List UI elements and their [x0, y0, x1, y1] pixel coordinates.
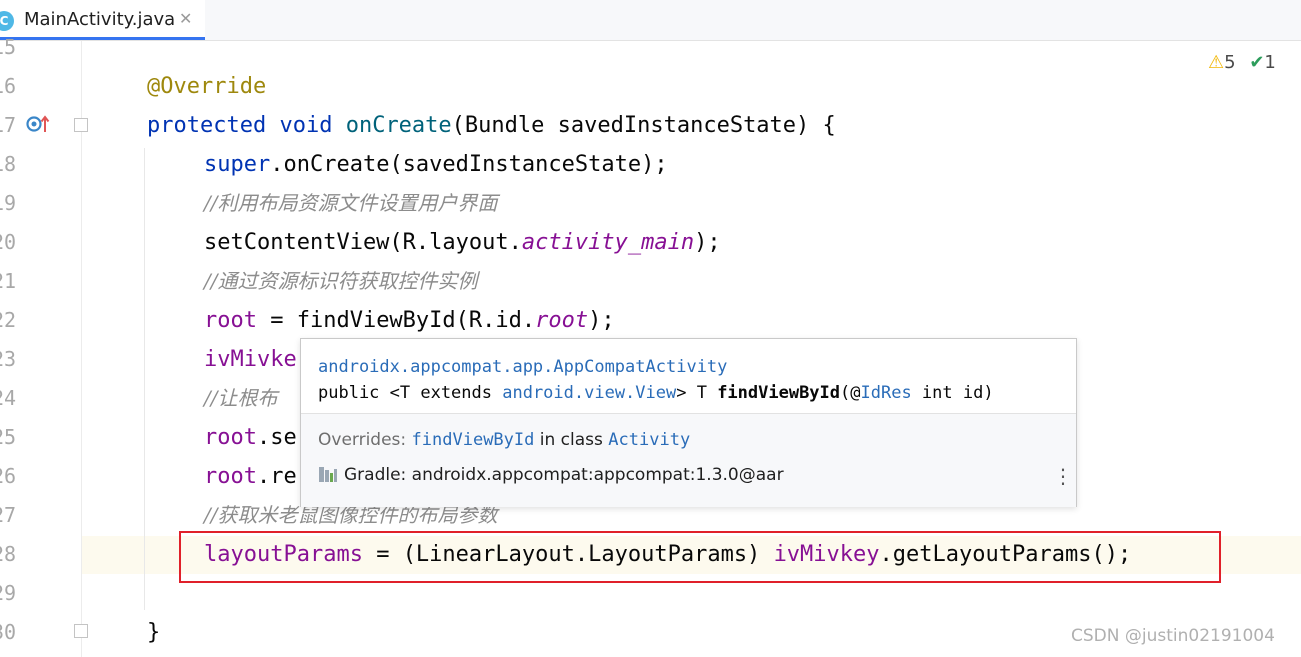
line-number: 28 [0, 542, 17, 566]
sig-text: (@ [840, 383, 861, 403]
code-text: .re [256, 464, 297, 489]
field: root [204, 308, 257, 333]
code-line[interactable]: ivMivke [204, 340, 297, 379]
close-icon[interactable]: ✕ [179, 9, 192, 28]
field: root [204, 464, 257, 489]
editor-tab-bar: C MainActivity.java ✕ [0, 0, 1301, 41]
static-field: activity_main [521, 230, 695, 255]
fold-marker-icon[interactable] [74, 118, 88, 132]
code-line[interactable]: } [147, 613, 160, 652]
line-number: 19 [0, 191, 17, 215]
line-number: 23 [0, 347, 17, 371]
line-number: 29 [0, 581, 17, 605]
overrides-label: Overrides: [318, 430, 412, 450]
method-name: onCreate [345, 113, 452, 138]
warning-icon: ⚠ [1208, 52, 1225, 73]
overrides-method-link[interactable]: findViewById [412, 430, 535, 450]
watermark: CSDN @justin02191004 [1071, 626, 1275, 646]
annotation: @Override [147, 74, 267, 99]
line-number: 22 [0, 308, 17, 332]
static-field: root [535, 308, 589, 333]
line-number: 26 [0, 464, 17, 488]
overrides-class-link[interactable]: Activity [608, 430, 690, 450]
code-line[interactable]: @Override [147, 67, 266, 106]
sig-text: > T [676, 383, 718, 403]
line-number: 24 [0, 386, 17, 410]
inspection-widget[interactable]: ⚠5 ✔1 [1208, 52, 1276, 73]
gradle-text: Gradle: androidx.appcompat:appcompat:1.3… [344, 465, 784, 485]
code-text: .onCreate(savedInstanceState); [270, 152, 668, 177]
fold-marker-icon[interactable] [74, 624, 88, 638]
keyword: protected [147, 113, 267, 138]
line-number: 15 [0, 35, 17, 59]
gutter-divider [81, 41, 82, 657]
line-number: 18 [0, 152, 17, 176]
code-line[interactable]: setContentView(R.layout.activity_main); [204, 223, 721, 262]
code-line[interactable]: //让根布 [204, 379, 277, 418]
keyword: void [279, 113, 333, 138]
keyword: super [204, 152, 271, 177]
code-text: } [147, 620, 161, 645]
comment: //利用布局资源文件设置用户界面 [204, 191, 498, 215]
tab-main-activity[interactable]: C MainActivity.java ✕ [0, 0, 205, 40]
sig-type-link[interactable]: android.view.View [502, 383, 676, 403]
comment: //让根布 [204, 386, 278, 410]
line-number: 16 [0, 74, 17, 98]
code-line[interactable]: root.se [204, 418, 297, 457]
overrides-text: in class [534, 430, 609, 450]
code-text: .se [256, 425, 297, 450]
code-line[interactable]: super.onCreate(savedInstanceState); [204, 145, 668, 184]
popup-gradle-source: Gradle: androidx.appcompat:appcompat:1.3… [318, 465, 784, 485]
popup-signature: public <T extends android.view.View> T f… [318, 383, 994, 403]
line-number: 27 [0, 503, 17, 527]
popup-signature-section: androidx.appcompat.app.AppCompatActivity… [301, 339, 1076, 413]
popup-overrides: Overrides: findViewById in class Activit… [318, 430, 690, 450]
sig-text: public <T extends [318, 383, 503, 403]
code-text: ); [694, 230, 721, 255]
code-line[interactable]: //利用布局资源文件设置用户界面 [204, 184, 497, 223]
code-text: setContentView(R.layout. [204, 230, 522, 255]
sig-text: int id) [911, 383, 994, 403]
sig-annotation-link[interactable]: IdRes [861, 383, 912, 403]
line-number: 17 [0, 113, 17, 137]
code-line[interactable]: root.re [204, 457, 297, 496]
highlight-annotation-box [179, 531, 1221, 583]
comment: //通过资源标识符获取控件实例 [204, 269, 478, 293]
code-line[interactable]: protected void onCreate(Bundle savedInst… [147, 106, 836, 145]
code-text: (Bundle savedInstanceState) { [451, 113, 836, 138]
code-text: = findViewById(R.id. [256, 308, 536, 333]
indent-guide [144, 148, 145, 610]
code-line[interactable]: //通过资源标识符获取控件实例 [204, 262, 477, 301]
code-text: ); [588, 308, 615, 333]
sig-method-name: findViewById [717, 383, 841, 403]
field: root [204, 425, 257, 450]
library-icon [319, 467, 337, 482]
documentation-popup[interactable]: androidx.appcompat.app.AppCompatActivity… [300, 338, 1077, 507]
line-number: 20 [0, 230, 17, 254]
line-number: 30 [0, 620, 17, 644]
check-icon: ✔ [1249, 52, 1265, 73]
tab-title: MainActivity.java [24, 9, 176, 30]
warning-count: 5 [1224, 52, 1236, 73]
check-count: 1 [1264, 52, 1276, 73]
override-method-icon[interactable] [26, 114, 50, 134]
field: ivMivke [204, 347, 297, 372]
more-options-icon[interactable]: ⋮ [1053, 466, 1073, 486]
line-number: 25 [0, 425, 17, 449]
line-number: 21 [0, 269, 17, 293]
popup-details-section: Overrides: findViewById in class Activit… [301, 413, 1076, 507]
code-line[interactable]: root = findViewById(R.id.root); [204, 301, 615, 340]
popup-class-link[interactable]: androidx.appcompat.app.AppCompatActivity [318, 357, 727, 377]
